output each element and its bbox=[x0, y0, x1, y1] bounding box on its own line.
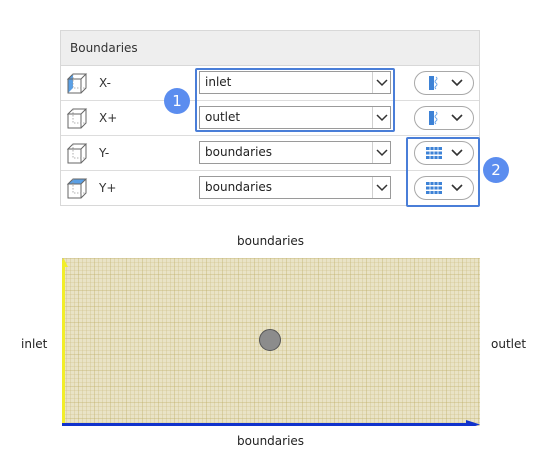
cube-y-plus-icon bbox=[66, 178, 88, 199]
axis-label-x-plus: X+ bbox=[99, 111, 118, 125]
select-value: boundaries bbox=[205, 145, 273, 159]
highlight-inlet-outlet-selects bbox=[195, 68, 395, 132]
preview-label-top: boundaries bbox=[237, 234, 305, 248]
inflow-pattern-icon bbox=[429, 111, 438, 125]
cube-x-minus-icon bbox=[66, 73, 88, 94]
panel-title: Boundaries bbox=[61, 31, 479, 66]
cube-x-plus-icon bbox=[66, 108, 88, 129]
select-value: boundaries bbox=[205, 180, 273, 194]
chevron-down-icon bbox=[372, 177, 390, 198]
callout-badge-1: 1 bbox=[164, 88, 190, 114]
preview-label-left: inlet bbox=[21, 337, 48, 351]
cube-y-minus-icon bbox=[66, 143, 88, 164]
axis-label-x-minus: X- bbox=[99, 76, 111, 90]
preview-label-right: outlet bbox=[491, 337, 527, 351]
chevron-down-icon bbox=[451, 114, 463, 122]
boundary-select-y-minus[interactable]: boundaries bbox=[199, 141, 391, 164]
mesh-canvas bbox=[59, 258, 480, 429]
preview-label-bottom: boundaries bbox=[237, 434, 305, 448]
highlight-wall-type-buttons bbox=[406, 137, 480, 207]
chevron-down-icon bbox=[372, 142, 390, 163]
axis-label-y-plus: Y+ bbox=[99, 181, 117, 195]
callout-badge-2: 2 bbox=[483, 157, 509, 183]
inflow-pattern-icon bbox=[429, 76, 438, 90]
boundary-type-button-x-plus[interactable] bbox=[414, 106, 474, 130]
boundary-type-button-x-minus[interactable] bbox=[414, 71, 474, 95]
axis-label-y-minus: Y- bbox=[99, 146, 110, 160]
cylinder-obstacle bbox=[259, 329, 281, 351]
chevron-down-icon bbox=[451, 79, 463, 87]
mesh-preview bbox=[59, 258, 480, 429]
boundary-select-y-plus[interactable]: boundaries bbox=[199, 176, 391, 199]
